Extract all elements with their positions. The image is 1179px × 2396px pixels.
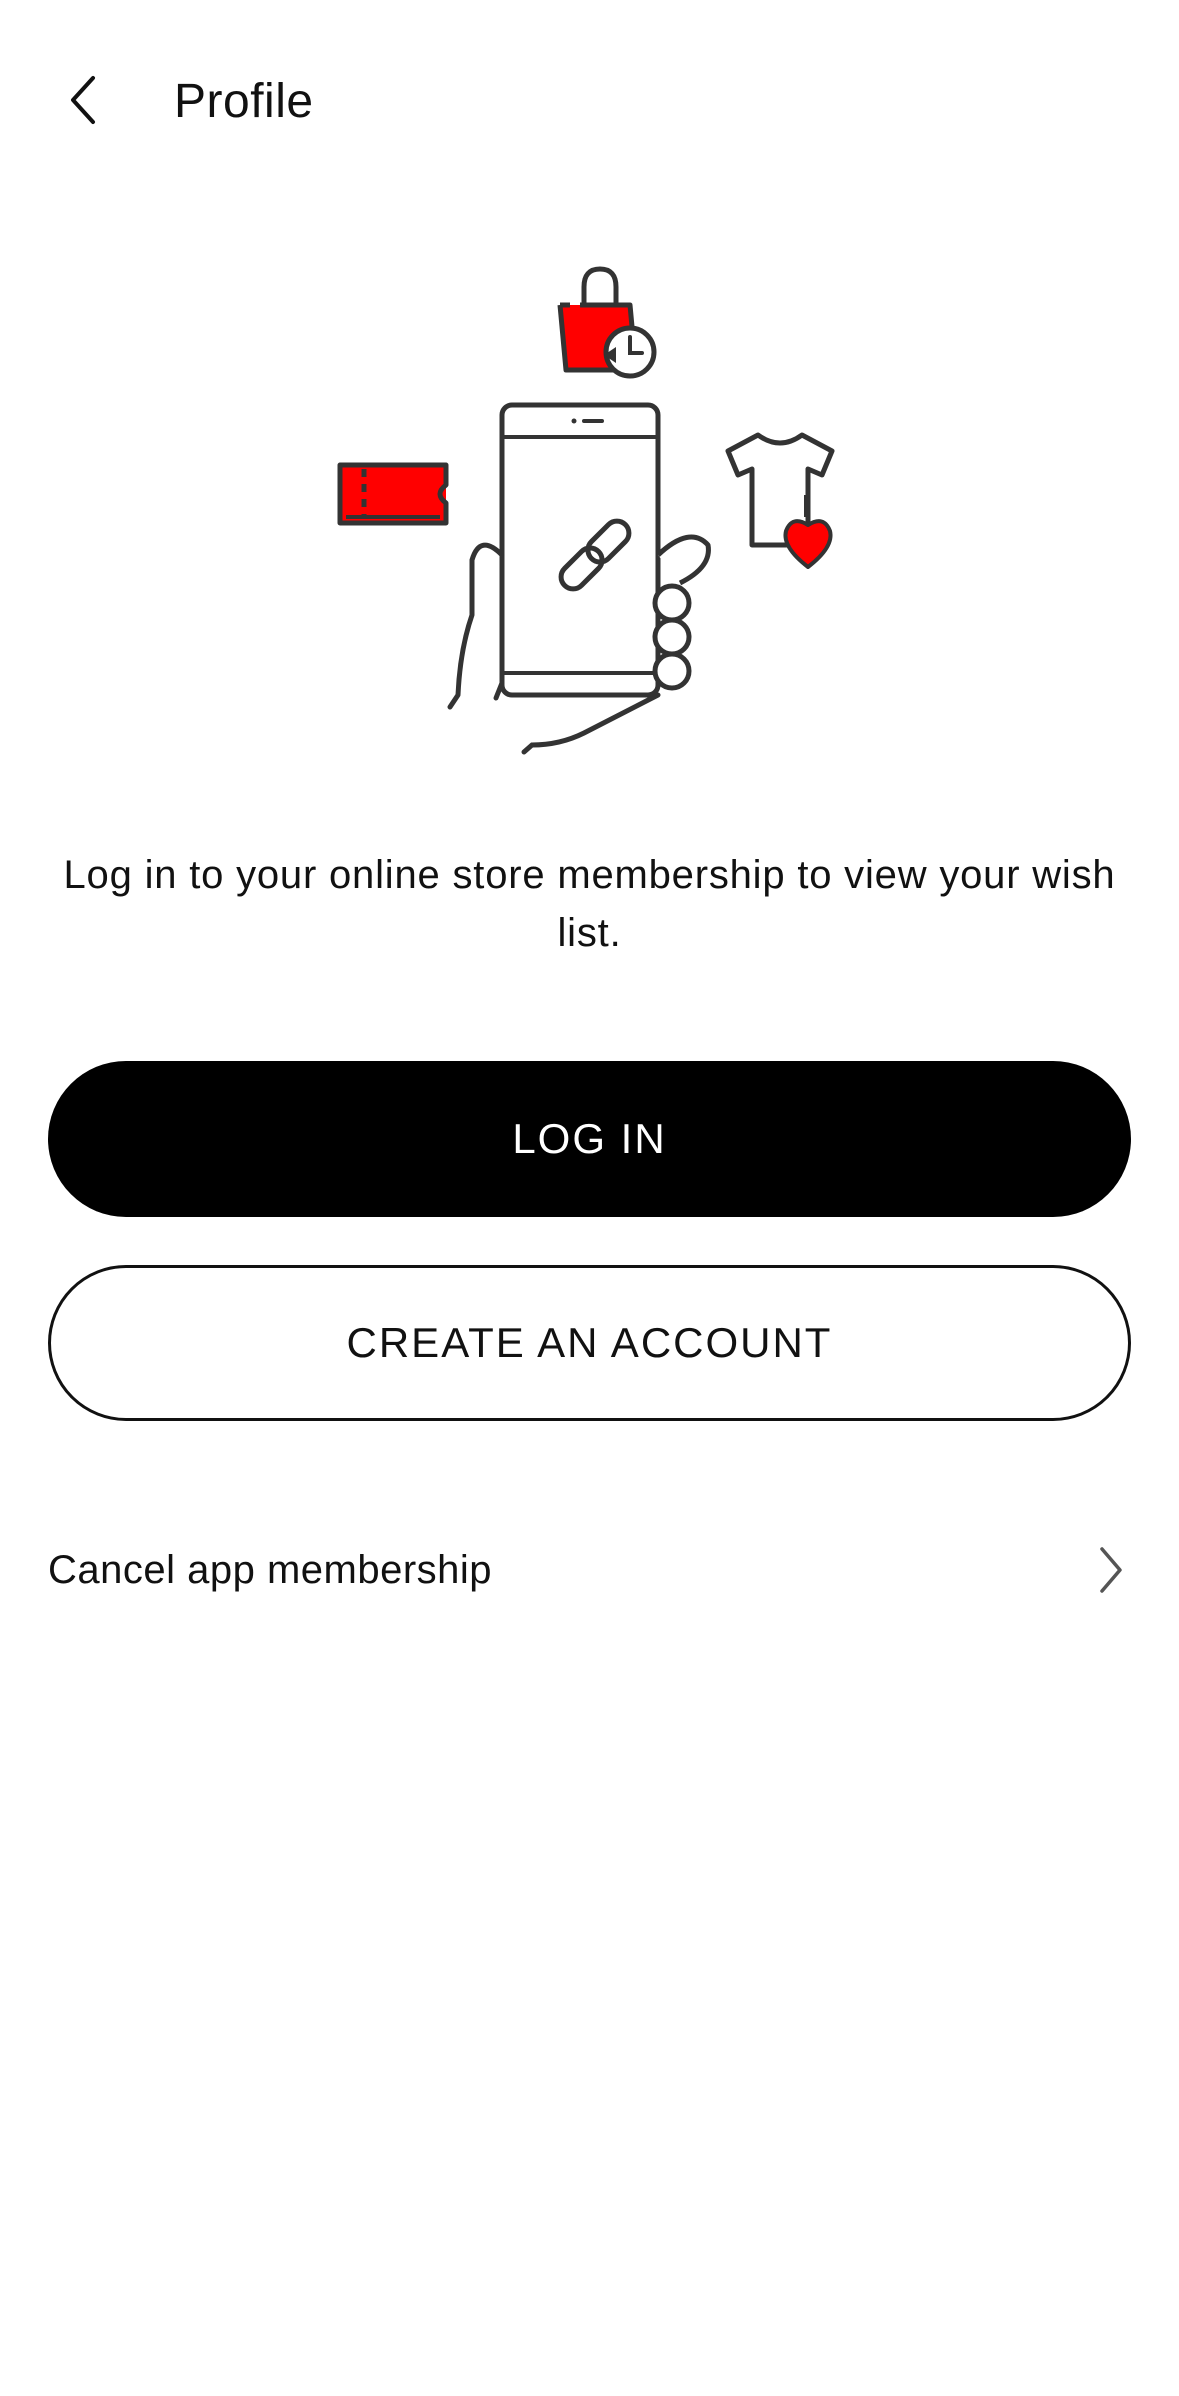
cancel-membership-row[interactable]: Cancel app membership <box>48 1530 1131 1610</box>
back-button[interactable] <box>48 62 118 142</box>
cancel-membership-label: Cancel app membership <box>48 1547 493 1592</box>
chevron-left-icon <box>65 72 101 133</box>
chevron-right-icon <box>1091 1540 1131 1600</box>
create-account-button[interactable]: CREATE AN ACCOUNT <box>48 1265 1131 1421</box>
header: Profile <box>0 0 1179 200</box>
ticket-icon <box>337 462 449 526</box>
profile-screen: Profile Log in to your online store memb… <box>0 0 1179 2396</box>
shopping-bag-clock-icon <box>557 266 657 379</box>
phone-link-hand-icon <box>447 402 711 755</box>
login-button[interactable]: LOG IN <box>48 1061 1131 1217</box>
tshirt-heart-icon <box>725 432 835 569</box>
login-prompt-message: Log in to your online store membership t… <box>63 853 1116 955</box>
page-title: Profile <box>174 75 314 128</box>
illustration <box>320 255 860 775</box>
